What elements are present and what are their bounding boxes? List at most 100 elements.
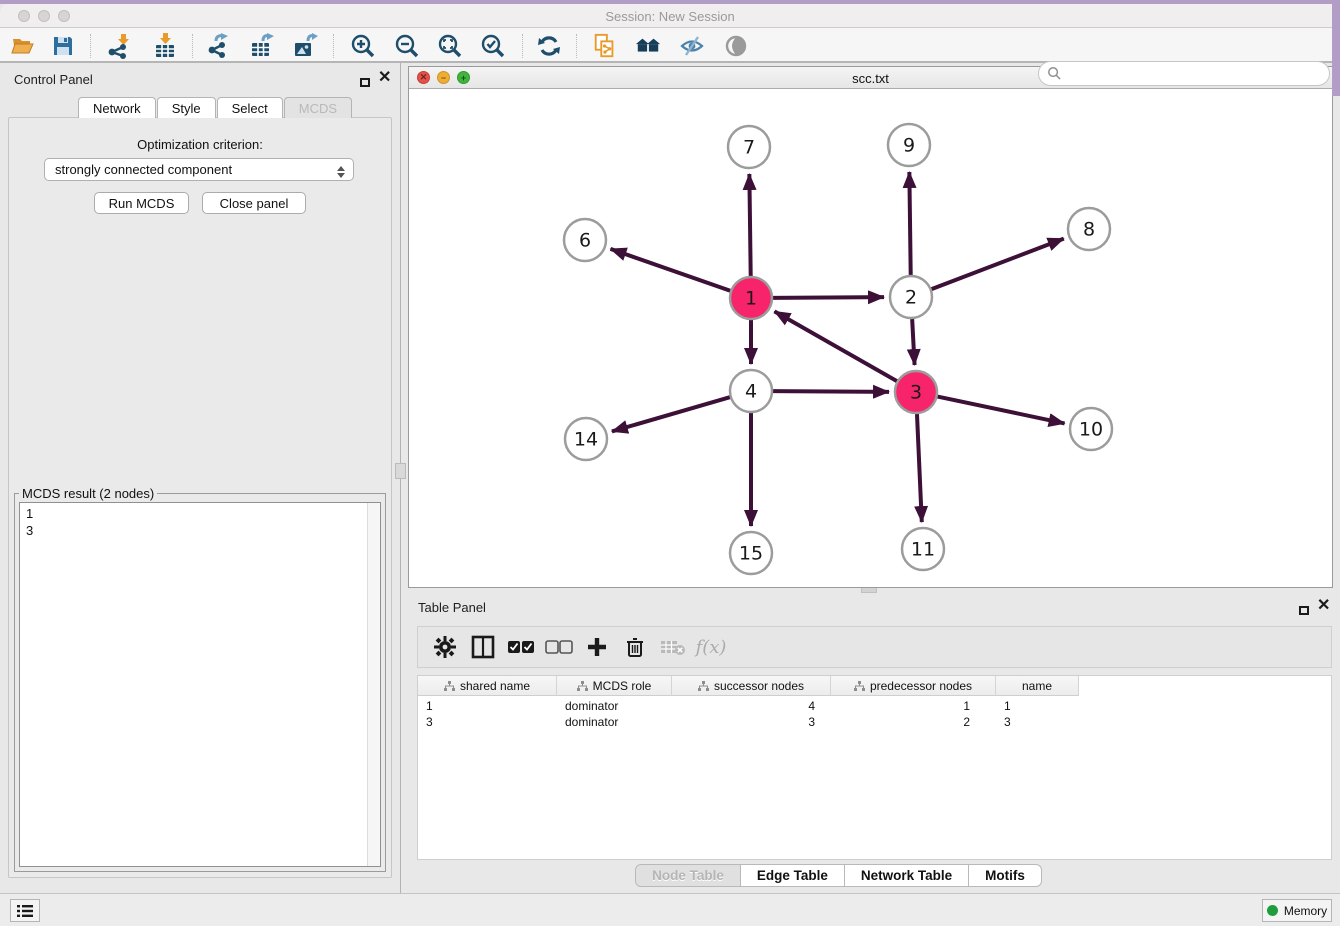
table-tabs-bar: Node Table Edge Table Network Table Moti… [0,864,1340,887]
main-toolbar [0,28,1340,63]
edge-2-8[interactable] [932,239,1064,290]
search-input[interactable] [1067,67,1329,81]
edge-3-11[interactable] [917,414,922,522]
column-header-successor-nodes[interactable]: successor nodes [672,676,831,696]
edge-1-7[interactable] [749,174,750,276]
column-header-mcds-role[interactable]: MCDS role [557,676,672,696]
table-row[interactable]: 3 dominator 3 2 3 [418,714,1079,730]
delete-table-icon[interactable] [654,632,692,662]
refresh-icon[interactable] [536,33,562,59]
close-panel-button[interactable]: Close panel [202,192,306,214]
mcds-result-text[interactable]: 1 3 [19,502,381,867]
cell-predecessor-nodes[interactable]: 2 [831,714,996,730]
duplicate-network-icon[interactable] [592,33,618,59]
column-header-shared-name[interactable]: shared name [418,676,557,696]
title-bar: Session: New Session [0,4,1340,28]
control-panel-tabs: Network Style Select MCDS [78,97,353,118]
table-header-row: shared name MCDS role successor nodes pr… [418,676,1079,696]
tab-motifs[interactable]: Motifs [969,864,1042,887]
node-label-7: 7 [743,137,755,159]
cell-shared-name[interactable]: 1 [418,698,557,714]
memory-button[interactable]: Memory [1262,899,1332,922]
import-table-icon[interactable] [152,33,178,59]
control-panel-float-icon[interactable] [360,74,370,92]
cell-mcds-role[interactable]: dominator [557,714,672,730]
export-image-icon[interactable] [292,33,318,59]
tab-mcds[interactable]: MCDS [284,97,352,118]
toolbar-separator [333,34,334,58]
column-header-name[interactable]: name [996,676,1079,696]
criterion-value: strongly connected component [55,162,232,177]
run-mcds-button[interactable]: Run MCDS [94,192,189,214]
control-panel-close-icon[interactable]: ✕ [378,72,391,84]
save-session-icon[interactable] [50,33,76,59]
cell-predecessor-nodes[interactable]: 1 [831,698,996,714]
table-panel-close-icon[interactable]: ✕ [1317,600,1330,612]
select-all-icon[interactable] [502,632,540,662]
network-canvas[interactable]: 1234678910111415 [409,89,1332,587]
edge-2-3[interactable] [912,319,914,365]
function-builder-icon[interactable]: f(x) [692,632,730,662]
memory-label: Memory [1284,904,1327,918]
cell-mcds-role[interactable]: dominator [557,698,672,714]
search-box[interactable] [1038,61,1330,86]
desktop-edge-top [0,0,1340,4]
node-label-3: 3 [910,382,922,404]
edge-4-14[interactable] [612,397,730,431]
tab-select[interactable]: Select [217,97,283,118]
edge-1-2[interactable] [773,297,884,298]
import-network-icon[interactable] [106,33,132,59]
tab-style[interactable]: Style [157,97,216,118]
zoom-selected-icon[interactable] [479,33,505,59]
attribute-icon [854,681,865,692]
add-row-icon[interactable] [578,632,616,662]
zoom-out-icon[interactable] [393,33,419,59]
settings-gear-icon[interactable] [426,632,464,662]
cell-successor-nodes[interactable]: 4 [672,698,831,714]
network-frame: ✕ − + scc.txt 1234678910111415 [408,66,1333,588]
home-icon[interactable] [635,33,661,59]
export-table-icon[interactable] [249,33,275,59]
desktop-edge-right [1332,0,1340,96]
criterion-select[interactable]: strongly connected component [44,158,354,181]
toolbar-separator [90,34,91,58]
edge-1-6[interactable] [610,249,730,291]
edge-3-1[interactable] [774,311,896,381]
show-panel-icon[interactable] [723,33,749,59]
edge-3-10[interactable] [938,397,1065,424]
open-session-icon[interactable] [10,33,36,59]
edge-4-3[interactable] [773,391,889,392]
node-label-4: 4 [745,381,757,403]
hide-panel-icon[interactable] [679,33,705,59]
attribute-icon [444,681,455,692]
table-panel-title: Table Panel [418,600,486,615]
column-layout-icon[interactable] [464,632,502,662]
node-label-15: 15 [739,543,763,565]
deselect-all-icon[interactable] [540,632,578,662]
cell-name[interactable]: 3 [996,714,1079,730]
table-row[interactable]: 1 dominator 4 1 1 [418,698,1079,714]
task-history-button[interactable] [10,899,40,922]
tab-node-table[interactable]: Node Table [635,864,741,887]
cell-successor-nodes[interactable]: 3 [672,714,831,730]
node-label-11: 11 [911,539,935,561]
node-label-8: 8 [1083,219,1095,241]
tab-network-table[interactable]: Network Table [845,864,969,887]
optimization-criterion-label: Optimization criterion: [8,137,392,152]
table-panel-float-icon[interactable] [1299,602,1309,620]
tab-edge-table[interactable]: Edge Table [741,864,845,887]
cell-name[interactable]: 1 [996,698,1079,714]
export-network-icon[interactable] [206,33,232,59]
tab-network[interactable]: Network [78,97,156,118]
node-label-6: 6 [579,230,591,252]
delete-row-icon[interactable] [616,632,654,662]
cell-shared-name[interactable]: 3 [418,714,557,730]
mcds-result-scrollbar[interactable] [367,503,380,866]
node-label-14: 14 [574,429,598,451]
zoom-fit-icon[interactable] [436,33,462,59]
attribute-icon [698,681,709,692]
column-header-predecessor-nodes[interactable]: predecessor nodes [831,676,996,696]
zoom-in-icon[interactable] [349,33,375,59]
edge-2-9[interactable] [909,172,910,275]
vertical-splitter-handle[interactable] [395,463,406,479]
